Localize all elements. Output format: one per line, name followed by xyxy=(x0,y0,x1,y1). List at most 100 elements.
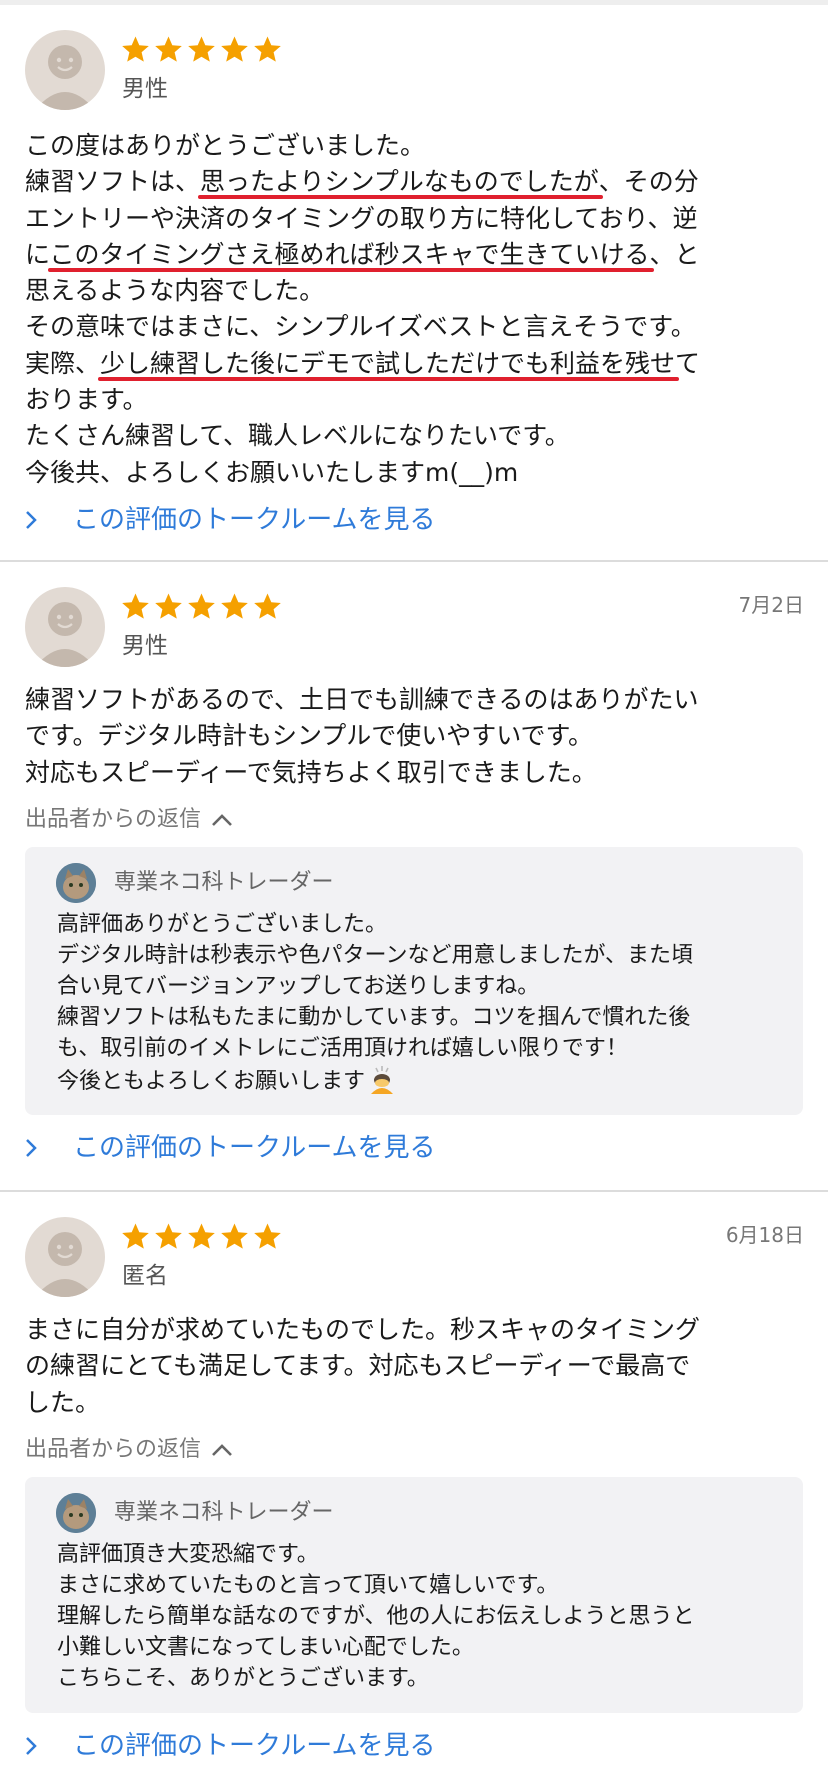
star-icon xyxy=(187,1222,216,1251)
chevron-up-icon xyxy=(211,813,233,827)
reply-text-segment: 今後ともよろしくお願いします xyxy=(57,1069,366,1094)
review-text: 練習ソフトがあるので、土日でも訓練できるのはありがたい です。デジタル時計もシンプ… xyxy=(25,682,805,791)
text-segment: 対応もスピーディーで気持ちよく取引できました。 xyxy=(25,757,597,787)
reply-label: 出品者からの返信 xyxy=(25,807,202,832)
review-text-line: 実際、少し練習した後にデモで試しただけでも利益を残せて xyxy=(25,346,805,382)
reply-text-line: 高評価ありがとうございました。 xyxy=(57,909,787,940)
text-segment: 練習ソフトは、 xyxy=(25,167,201,197)
reply-text-line: も、取引前のイメトレにご活用頂ければ嬉しい限りです！ xyxy=(57,1033,787,1064)
reply-text-segment: 理解したら簡単な話なのですが、他の人にお伝えしようと思うと xyxy=(57,1604,695,1629)
star-icon xyxy=(154,35,183,64)
review-text-line: 思えるような内容でした。 xyxy=(25,273,805,309)
underlined-text: このタイミングさえ極めれば秒スキャで生きていける xyxy=(49,239,650,269)
chevron-right-icon xyxy=(25,1736,49,1756)
review-text-line: 練習ソフトは、思ったよりシンプルなものでしたが、その分 xyxy=(25,164,805,200)
reply-text-segment: こちらこそ、ありがとうございます。 xyxy=(57,1666,429,1691)
text-segment: 、その分 xyxy=(598,167,699,197)
seller-avatar xyxy=(56,1493,96,1533)
text-segment: 思えるような内容でした。 xyxy=(25,276,325,306)
reply-text-line: 理解したら簡単な話なのですが、他の人にお伝えしようと思うと xyxy=(57,1601,787,1632)
underlined-text: 思ったよりシンプルなものでしたが xyxy=(200,167,599,197)
review-text-line: した。 xyxy=(25,1385,805,1421)
star-icon xyxy=(187,592,216,621)
text-segment: エントリーや決済のタイミングの取り方に特化しており、逆 xyxy=(25,203,698,233)
text-segment: 、と xyxy=(649,239,700,269)
rating-stars xyxy=(121,35,282,65)
text-segment: です。デジタル時計もシンプルで使いやすいです。 xyxy=(25,721,594,751)
star-icon xyxy=(121,1222,150,1251)
reply-text-segment: まさに求めていたものと言って頂いて嬉しいです。 xyxy=(57,1573,559,1598)
seller-name: 専業ネコ科トレーダー xyxy=(114,1500,334,1525)
seller-info[interactable]: 専業ネコ科トレーダー xyxy=(56,863,334,903)
seller-reply-toggle[interactable]: 出品者からの返信 xyxy=(25,805,233,835)
seller-info[interactable]: 専業ネコ科トレーダー xyxy=(56,1493,334,1533)
review-text-line: 今後共、よろしくお願いいたしますm(__)m xyxy=(25,455,805,491)
review-text-line: その意味ではまさに、シンプルイズベストと言えそうです。 xyxy=(25,309,805,345)
text-segment: 実際、 xyxy=(25,348,101,378)
reply-text-segment: 高評価頂き大変恐縮です。 xyxy=(57,1542,319,1567)
star-icon xyxy=(253,592,282,621)
review-text: まさに自分が求めていたものでした。秒スキャのタイミング の練習にとても満足してます… xyxy=(25,1312,805,1421)
review-card-3: 6月18日 匿名 まさに自分が求めていたものでした。秒スキャのタイミング の練習に… xyxy=(0,1192,828,1778)
reply-text-line: まさに求めていたものと言って頂いて嬉しいです。 xyxy=(57,1570,787,1601)
review-text-line: たくさん練習して、職人レベルになりたいです。 xyxy=(25,418,805,454)
text-segment: まさに自分が求めていたものでした。秒スキャのタイミング xyxy=(25,1315,701,1344)
review-text-line: の練習にとても満足してます。対応もスピーディーで最高で xyxy=(25,1348,805,1384)
text-segment: この度はありがとうございました。 xyxy=(25,131,426,160)
star-icon xyxy=(154,592,183,621)
user-avatar[interactable] xyxy=(25,1217,105,1297)
reply-text-segment: 合い見てバージョンアップしてお送りしますね。 xyxy=(57,974,540,999)
star-icon xyxy=(253,1222,282,1251)
review-date: 7月2日 xyxy=(738,593,804,617)
underlined-text: 少し練習した後にデモで試しただけでも利益を残せ xyxy=(100,348,676,378)
review-card-1: 男性 この度はありがとうございました。 練習ソフトは、思ったよりシンプルなものでし… xyxy=(0,0,828,560)
star-icon xyxy=(121,592,150,621)
star-icon xyxy=(121,35,150,64)
reply-text-segment: 練習ソフトは私もたまに動かしています。コツを掴んで慣れた後 xyxy=(57,1005,691,1030)
star-icon xyxy=(220,35,249,64)
reply-text-line: デジタル時計は秒表示や色パターンなど用意しましたが、また頃 xyxy=(57,940,787,971)
review-text: この度はありがとうございました。 練習ソフトは、思ったよりシンプルなものでしたが、… xyxy=(25,128,805,491)
view-talkroom-link[interactable]: この評価のトークルームを見る xyxy=(25,502,435,538)
review-card-2: 7月2日 男性 練習ソフトがあるので、土日でも訓練できるのはありがたい です。デジ… xyxy=(0,562,828,1190)
chevron-right-icon xyxy=(25,1138,49,1158)
star-icon xyxy=(154,1222,183,1251)
star-icon xyxy=(220,592,249,621)
text-segment: その意味ではまさに、シンプルイズベストと言えそうです。 xyxy=(25,312,696,342)
reply-text-segment: 高評価ありがとうございました。 xyxy=(57,912,388,937)
view-talkroom-link[interactable]: この評価のトークルームを見る xyxy=(25,1130,435,1166)
review-text-line: 対応もスピーディーで気持ちよく取引できました。 xyxy=(25,755,805,791)
text-segment: の練習にとても満足してます。対応もスピーディーで最高で xyxy=(25,1351,691,1381)
reply-label: 出品者からの返信 xyxy=(25,1437,202,1462)
seller-reply-toggle[interactable]: 出品者からの返信 xyxy=(25,1435,233,1465)
reply-text-line: 高評価頂き大変恐縮です。 xyxy=(57,1539,787,1570)
reply-text-line: 合い見てバージョンアップしてお送りしますね。 xyxy=(57,971,787,1002)
seller-avatar xyxy=(56,863,96,903)
review-text-line: まさに自分が求めていたものでした。秒スキャのタイミング xyxy=(25,1312,805,1348)
user-avatar[interactable] xyxy=(25,30,105,110)
seller-reply-box: 専業ネコ科トレーダー 高評価頂き大変恐縮です。まさに求めていたものと言って頂いて… xyxy=(25,1477,803,1713)
reply-text-line: 練習ソフトは私もたまに動かしています。コツを掴んで慣れた後 xyxy=(57,1002,787,1033)
text-segment: 練習ソフトがあるので、土日でも訓練できるのはありがたい xyxy=(25,685,699,714)
view-talkroom-link[interactable]: この評価のトークルームを見る xyxy=(25,1728,435,1764)
talk-link-label: この評価のトークルームを見る xyxy=(73,1731,436,1761)
seller-reply-text: 高評価頂き大変恐縮です。まさに求めていたものと言って頂いて嬉しいです。理解したら… xyxy=(57,1539,787,1694)
text-segment: て xyxy=(675,348,701,378)
reply-text-line: 小難しい文書になってしまい心配でした。 xyxy=(57,1632,787,1663)
review-text-line: この度はありがとうございました。 xyxy=(25,128,805,164)
star-icon xyxy=(253,35,282,64)
reviewer-gender: 男性 xyxy=(122,633,168,659)
seller-reply-text: 高評価ありがとうございました。デジタル時計は秒表示や色パターンなど用意しましたが… xyxy=(57,909,787,1095)
reply-text-line: 今後ともよろしくお願いします xyxy=(57,1064,787,1095)
bowing-person-icon xyxy=(367,1064,397,1103)
text-segment: たくさん練習して、職人レベルになりたいです。 xyxy=(25,421,570,451)
user-avatar[interactable] xyxy=(25,587,105,667)
rating-stars xyxy=(121,1222,282,1252)
reply-text-segment: デジタル時計は秒表示や色パターンなど用意しましたが、また頃 xyxy=(57,943,694,968)
reply-text-segment: 小難しい文書になってしまい心配でした。 xyxy=(57,1635,474,1660)
review-text-line: にこのタイミングさえ極めれば秒スキャで生きていける、と xyxy=(25,237,805,273)
talk-link-label: この評価のトークルームを見る xyxy=(73,505,436,535)
text-segment: おります。 xyxy=(25,385,148,415)
reply-text-segment: も、取引前のイメトレにご活用頂ければ嬉しい限りです！ xyxy=(57,1036,628,1061)
reply-text-line: こちらこそ、ありがとうございます。 xyxy=(57,1663,787,1694)
